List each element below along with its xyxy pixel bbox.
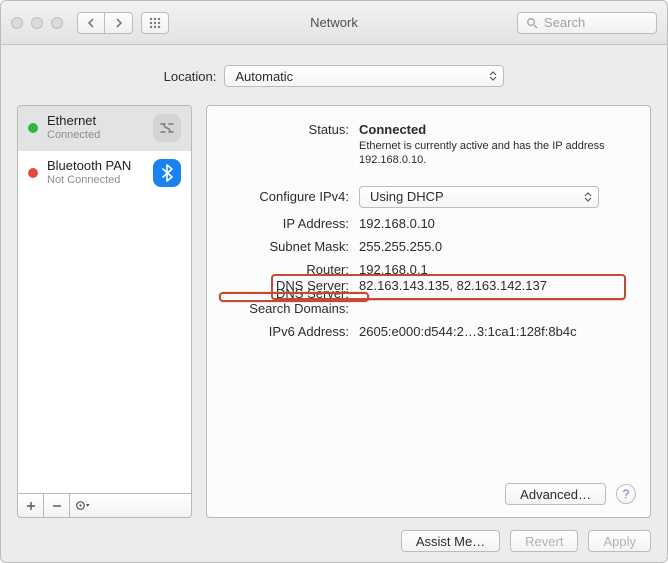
- apply-button[interactable]: Apply: [588, 530, 651, 552]
- list-item-text: Bluetooth PAN Not Connected: [47, 159, 144, 187]
- list-item[interactable]: Bluetooth PAN Not Connected: [18, 151, 191, 196]
- bluetooth-icon: [153, 159, 181, 187]
- ipv6-address-value: 2605:e000:d544:2…3:1ca1:128f:8b4c: [359, 324, 636, 339]
- subnet-mask-label: Subnet Mask:: [221, 239, 349, 254]
- apply-label: Apply: [603, 534, 636, 549]
- ip-address-row: IP Address: 192.168.0.10: [221, 216, 636, 231]
- advanced-button[interactable]: Advanced…: [505, 483, 606, 505]
- show-all-button-group: [141, 12, 169, 34]
- configure-ipv4-row: Configure IPv4: Using DHCP: [221, 186, 636, 208]
- updown-icon: [485, 68, 501, 84]
- sidebar-actions: [17, 494, 192, 518]
- dns-server-row-overlay: DNS Server: 82.163.143.135, 82.163.142.1…: [221, 274, 636, 293]
- content-area: Location: Automatic Ethernet Connected: [1, 45, 667, 562]
- chevron-left-icon: [87, 18, 95, 28]
- window-controls: [11, 17, 63, 29]
- advanced-button-label: Advanced…: [520, 487, 591, 502]
- remove-interface-button[interactable]: [44, 494, 70, 517]
- footer-buttons: Assist Me… Revert Apply: [17, 530, 651, 552]
- list-item[interactable]: Ethernet Connected: [18, 106, 191, 151]
- interface-name: Bluetooth PAN: [47, 159, 144, 174]
- status-dot-icon: [28, 168, 38, 178]
- minus-icon: [52, 501, 62, 511]
- status-value-block: Connected Ethernet is currently active a…: [359, 122, 636, 168]
- ethernet-icon: [153, 114, 181, 142]
- interface-status: Connected: [47, 129, 144, 142]
- dns-server-value: 82.163.143.135, 82.163.142.137: [359, 278, 636, 293]
- minimize-window-button[interactable]: [31, 17, 43, 29]
- search-placeholder: Search: [544, 15, 585, 30]
- status-description: Ethernet is currently active and has the…: [359, 139, 619, 168]
- panels: Ethernet Connected Bluetooth PAN Not Con…: [17, 105, 651, 518]
- subnet-mask-row: Subnet Mask: 255.255.255.0: [221, 239, 636, 254]
- search-domains-row: Search Domains:: [221, 301, 636, 316]
- interface-list: Ethernet Connected Bluetooth PAN Not Con…: [17, 105, 192, 494]
- toolbar: Network Search: [1, 1, 667, 45]
- search-field[interactable]: Search: [517, 12, 657, 34]
- question-icon: ?: [623, 487, 630, 501]
- list-item-text: Ethernet Connected: [47, 114, 144, 142]
- status-row: Status: Connected Ethernet is currently …: [221, 122, 636, 168]
- ip-address-value: 192.168.0.10: [359, 216, 636, 231]
- action-menu-button[interactable]: [70, 494, 96, 517]
- forward-button[interactable]: [105, 12, 133, 34]
- back-button[interactable]: [77, 12, 105, 34]
- location-row: Location: Automatic: [17, 65, 651, 87]
- advanced-row: Advanced… ?: [221, 483, 636, 505]
- ipv6-address-label: IPv6 Address:: [221, 324, 349, 339]
- revert-label: Revert: [525, 534, 563, 549]
- subnet-mask-value: 255.255.255.0: [359, 239, 636, 254]
- status-dot-icon: [28, 123, 38, 133]
- location-label: Location:: [164, 69, 217, 84]
- interface-name: Ethernet: [47, 114, 144, 129]
- updown-icon: [580, 189, 596, 205]
- location-value: Automatic: [235, 69, 293, 84]
- network-preferences-window: Network Search Location: Automatic: [0, 0, 668, 563]
- dns-highlight-box: [219, 292, 369, 302]
- interface-status: Not Connected: [47, 174, 144, 187]
- assist-me-label: Assist Me…: [416, 534, 485, 549]
- gear-icon: [75, 500, 91, 511]
- nav-back-forward: [77, 12, 133, 34]
- plus-icon: [26, 501, 36, 511]
- ipv6-address-row: IPv6 Address: 2605:e000:d544:2…3:1ca1:12…: [221, 324, 636, 339]
- configure-ipv4-label: Configure IPv4:: [221, 189, 349, 204]
- revert-button[interactable]: Revert: [510, 530, 578, 552]
- chevron-right-icon: [115, 18, 123, 28]
- zoom-window-button[interactable]: [51, 17, 63, 29]
- configure-ipv4-select[interactable]: Using DHCP: [359, 186, 599, 208]
- status-label: Status:: [221, 122, 349, 137]
- search-domains-label: Search Domains:: [221, 301, 349, 316]
- show-all-button[interactable]: [141, 12, 169, 34]
- dns-server-label: DNS Server:: [221, 278, 349, 293]
- configure-ipv4-value: Using DHCP: [370, 189, 444, 204]
- sidebar: Ethernet Connected Bluetooth PAN Not Con…: [17, 105, 192, 518]
- assist-me-button[interactable]: Assist Me…: [401, 530, 500, 552]
- location-select[interactable]: Automatic: [224, 65, 504, 87]
- search-icon: [526, 17, 538, 29]
- add-interface-button[interactable]: [18, 494, 44, 517]
- help-button[interactable]: ?: [616, 484, 636, 504]
- status-value: Connected: [359, 122, 426, 137]
- ip-address-label: IP Address:: [221, 216, 349, 231]
- close-window-button[interactable]: [11, 17, 23, 29]
- details-panel: Status: Connected Ethernet is currently …: [206, 105, 651, 518]
- grid-icon: [149, 17, 161, 29]
